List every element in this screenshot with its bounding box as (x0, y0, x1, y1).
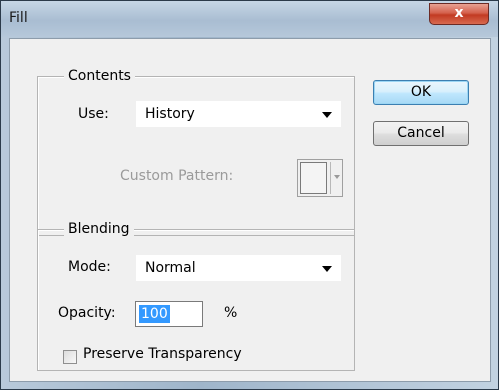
opacity-label: Opacity: (58, 305, 116, 321)
pattern-swatch (300, 162, 327, 194)
close-icon: x (454, 5, 464, 21)
title-bar[interactable]: Fill x (1, 1, 498, 37)
use-dropdown[interactable]: History (136, 101, 341, 127)
chevron-down-icon (322, 266, 332, 272)
custom-pattern-label: Custom Pattern: (120, 168, 234, 184)
fill-dialog-window: Fill x Contents Use: History Custom Patt… (0, 0, 499, 390)
chevron-down-icon (334, 175, 340, 179)
blending-legend: Blending (64, 221, 134, 237)
contents-group: Contents (37, 68, 355, 236)
mode-dropdown-value: Normal (145, 260, 196, 276)
preserve-transparency-checkbox[interactable] (63, 350, 77, 364)
ok-button[interactable]: OK (373, 80, 469, 105)
window-title: Fill (9, 10, 28, 26)
close-button[interactable]: x (429, 3, 489, 25)
chevron-down-icon (322, 112, 332, 118)
opacity-input[interactable]: 100 (135, 301, 203, 327)
mode-label: Mode: (68, 259, 111, 275)
dialog-body: Contents Use: History Custom Pattern: OK… (9, 38, 491, 382)
preserve-transparency-label[interactable]: Preserve Transparency (83, 346, 242, 362)
opacity-unit: % (224, 305, 238, 321)
use-dropdown-value: History (145, 106, 195, 122)
contents-legend: Contents (64, 68, 135, 84)
mode-dropdown[interactable]: Normal (136, 255, 341, 281)
opacity-input-value: 100 (139, 305, 170, 323)
cancel-button[interactable]: Cancel (373, 121, 469, 146)
custom-pattern-picker (297, 159, 343, 197)
use-label: Use: (78, 106, 109, 122)
pattern-divider (330, 162, 331, 194)
